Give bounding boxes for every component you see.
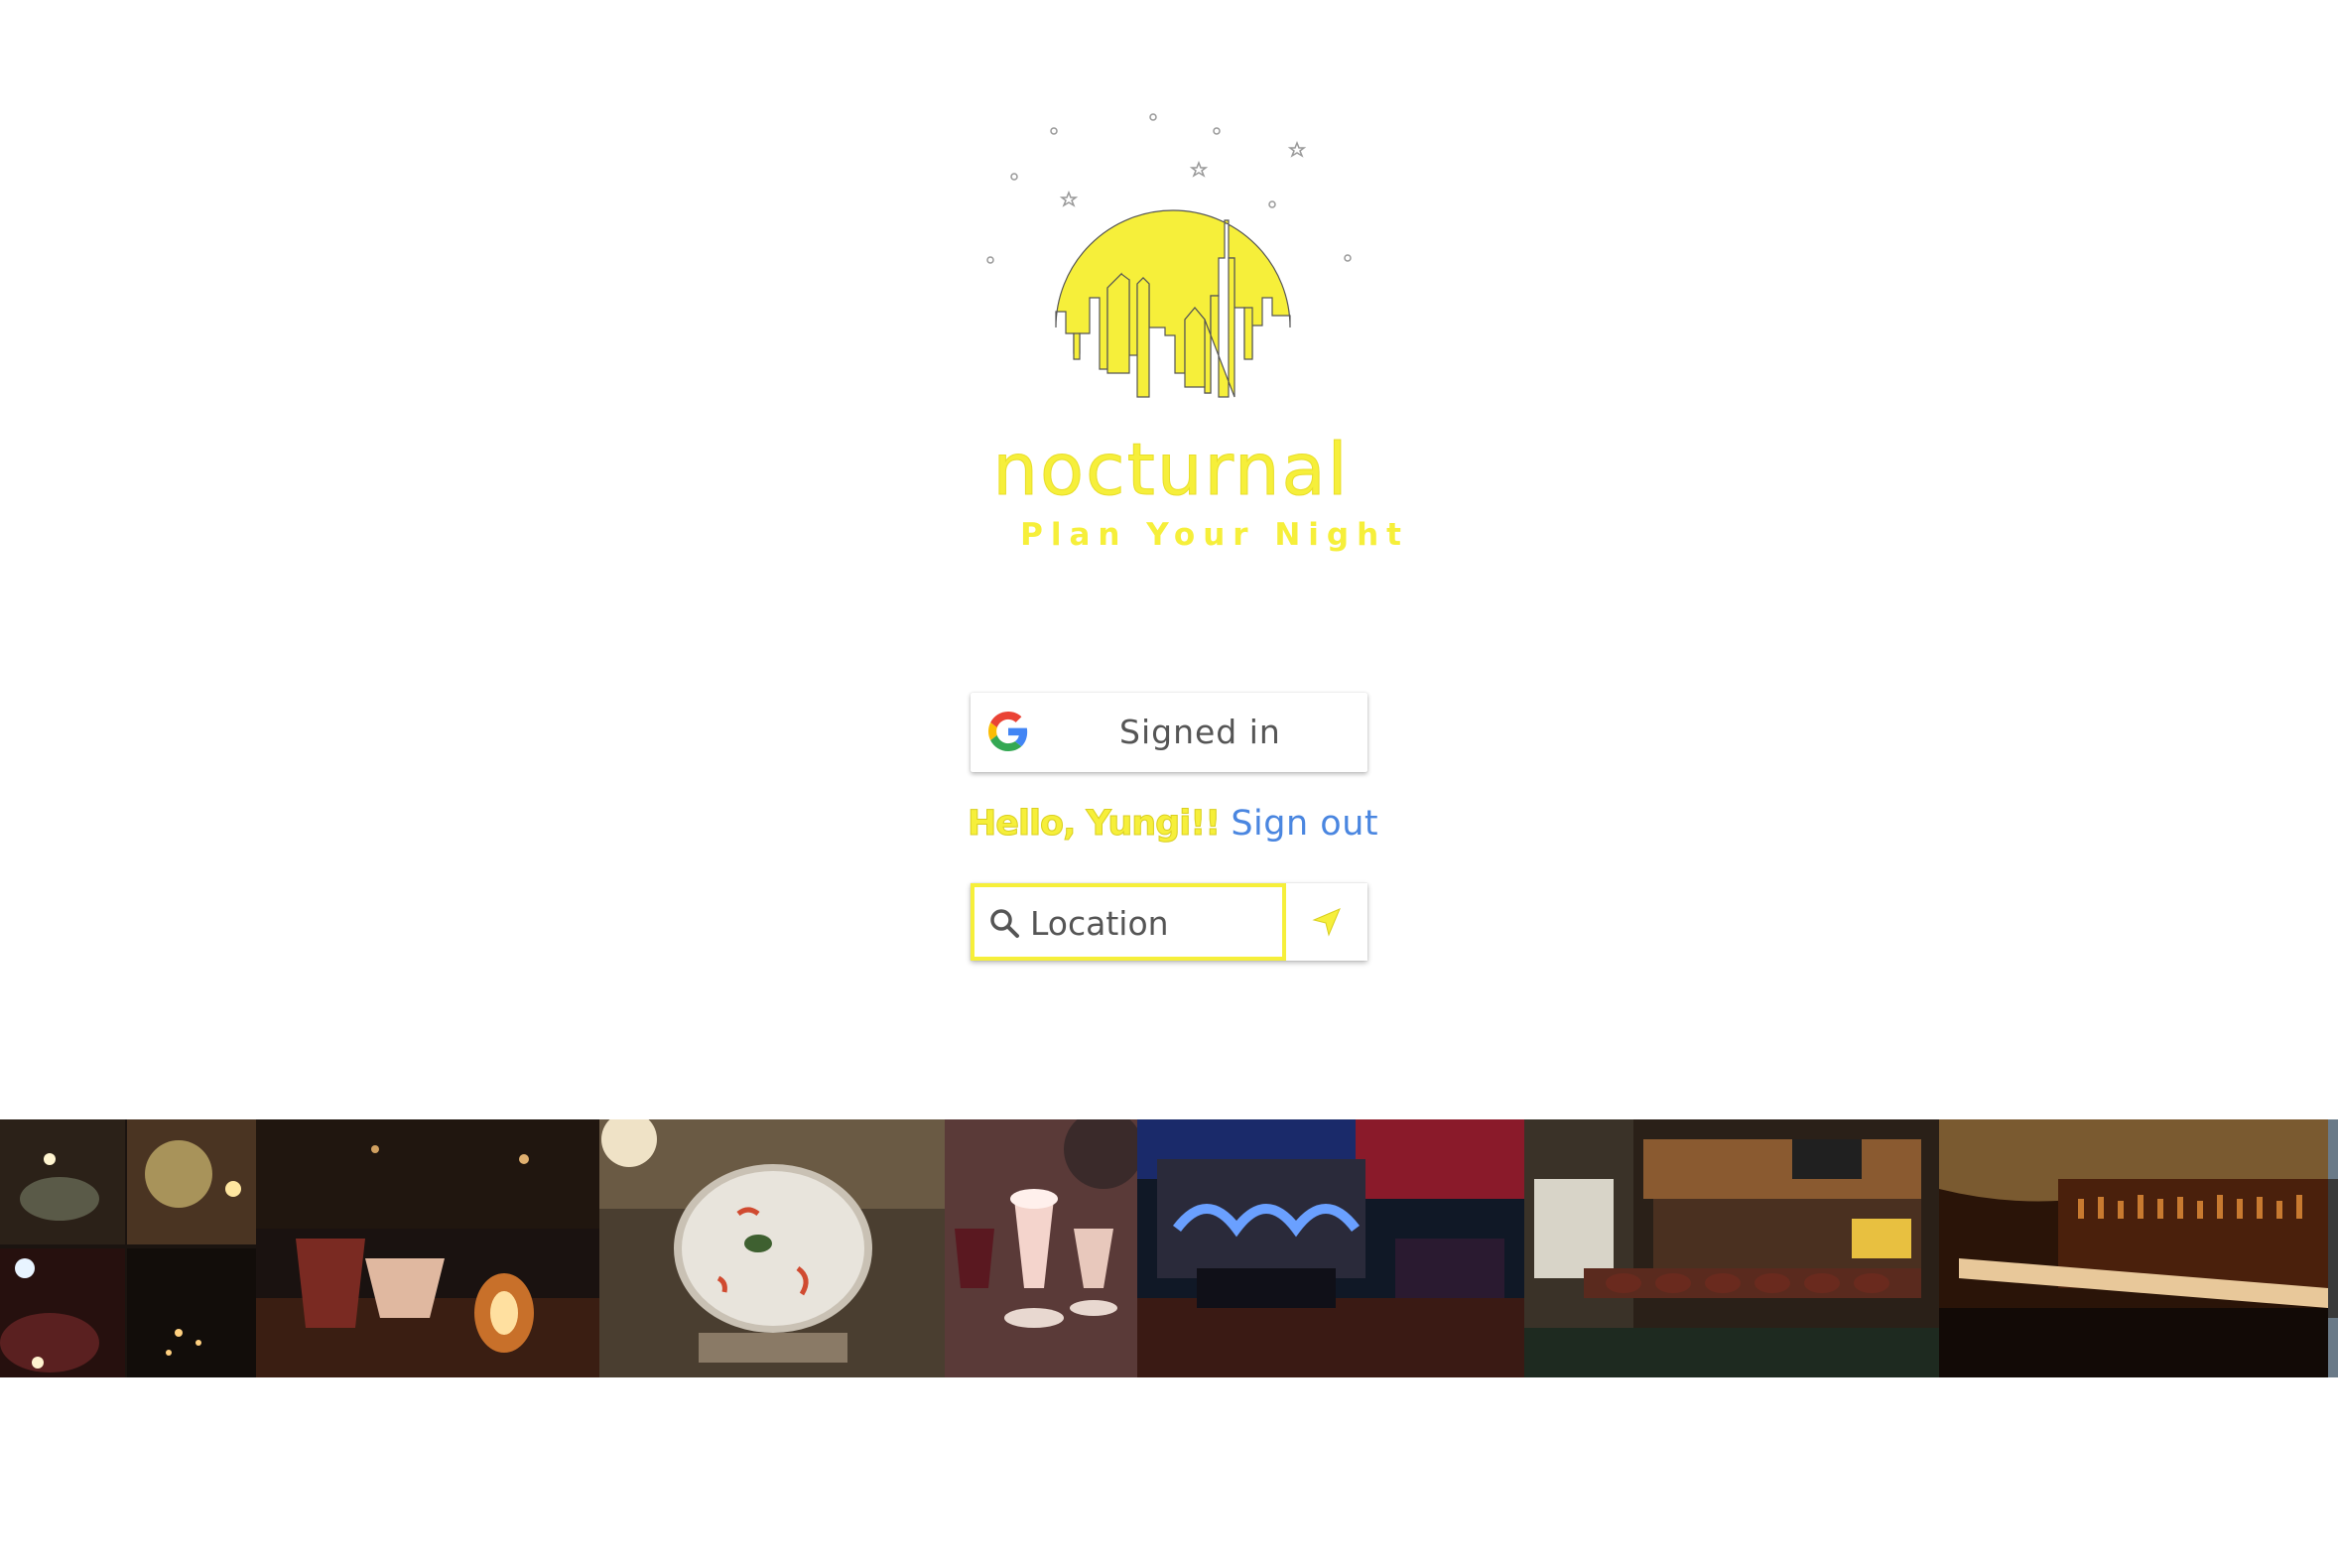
brand-tagline: Plan Your Night bbox=[1020, 517, 1409, 553]
venue-photo-strip bbox=[0, 1119, 2338, 1377]
user-greeting: Hello, Yungi!! bbox=[967, 804, 1221, 845]
venue-photo bbox=[0, 1119, 256, 1377]
venue-photo bbox=[2328, 1119, 2338, 1377]
location-arrow-icon bbox=[1312, 907, 1342, 937]
brand-name: nocturnal bbox=[992, 428, 1350, 512]
venue-photo bbox=[1524, 1119, 1939, 1377]
venue-photo bbox=[256, 1119, 599, 1377]
venue-photo bbox=[599, 1119, 945, 1377]
venue-photo bbox=[1939, 1119, 2328, 1377]
location-search-box[interactable] bbox=[971, 883, 1286, 961]
location-input[interactable] bbox=[1028, 893, 1280, 953]
moon-skyline-logo bbox=[974, 99, 1371, 407]
greeting-row: Hello, Yungi!! Sign out bbox=[967, 794, 1384, 853]
signin-button-label: Signed in bbox=[1119, 713, 1281, 751]
venue-photo bbox=[945, 1119, 1137, 1377]
sign-out-link[interactable]: Sign out bbox=[1231, 804, 1378, 844]
search-icon bbox=[988, 907, 1020, 939]
google-signin-button[interactable]: Signed in bbox=[971, 693, 1367, 772]
venue-photo bbox=[1137, 1119, 1524, 1377]
current-location-button[interactable] bbox=[1286, 883, 1367, 961]
location-search-bar bbox=[971, 883, 1367, 961]
google-g-icon bbox=[988, 712, 1028, 751]
